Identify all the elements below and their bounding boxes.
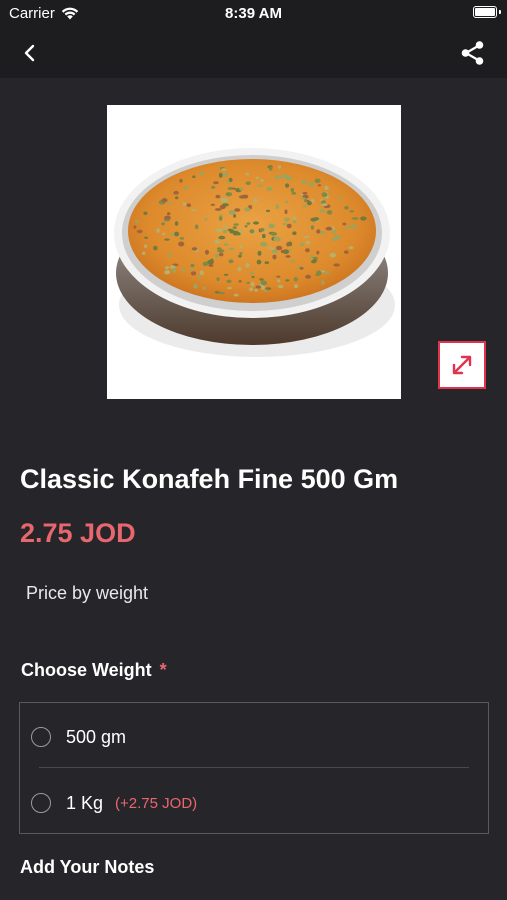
chevron-left-icon[interactable] bbox=[18, 41, 42, 65]
nav-bar bbox=[0, 28, 507, 78]
divider bbox=[39, 767, 469, 768]
clock: 8:39 AM bbox=[225, 5, 282, 22]
choose-weight-label: Choose Weight bbox=[21, 660, 152, 680]
product-image[interactable] bbox=[107, 105, 401, 399]
price-note: Price by weight bbox=[26, 583, 149, 603]
konafeh-dish-image bbox=[114, 148, 395, 357]
radio-button[interactable] bbox=[31, 793, 51, 813]
weight-options: 500 gm 1 Kg (+2.75 JOD) bbox=[19, 702, 489, 834]
choose-weight-heading: Choose Weight * bbox=[21, 660, 167, 681]
share-icon[interactable] bbox=[459, 39, 487, 67]
product-price: 2.75 JOD bbox=[20, 518, 136, 548]
battery-icon bbox=[473, 6, 501, 18]
add-notes-heading: Add Your Notes bbox=[20, 857, 155, 877]
product-title: Classic Konafeh Fine 500 Gm bbox=[20, 464, 399, 494]
required-mark: * bbox=[159, 660, 167, 680]
weight-option-500gm[interactable]: 500 gm bbox=[20, 705, 488, 769]
radio-button[interactable] bbox=[31, 727, 51, 747]
expand-arrows-icon bbox=[452, 355, 472, 375]
option-label: 1 Kg bbox=[66, 792, 104, 813]
status-bar: Carrier 8:39 AM bbox=[0, 0, 507, 28]
weight-option-1kg[interactable]: 1 Kg (+2.75 JOD) bbox=[20, 771, 488, 835]
option-label: 500 gm bbox=[66, 726, 127, 747]
option-extra-price: (+2.75 JOD) bbox=[115, 794, 198, 812]
expand-image-button[interactable] bbox=[438, 341, 486, 389]
